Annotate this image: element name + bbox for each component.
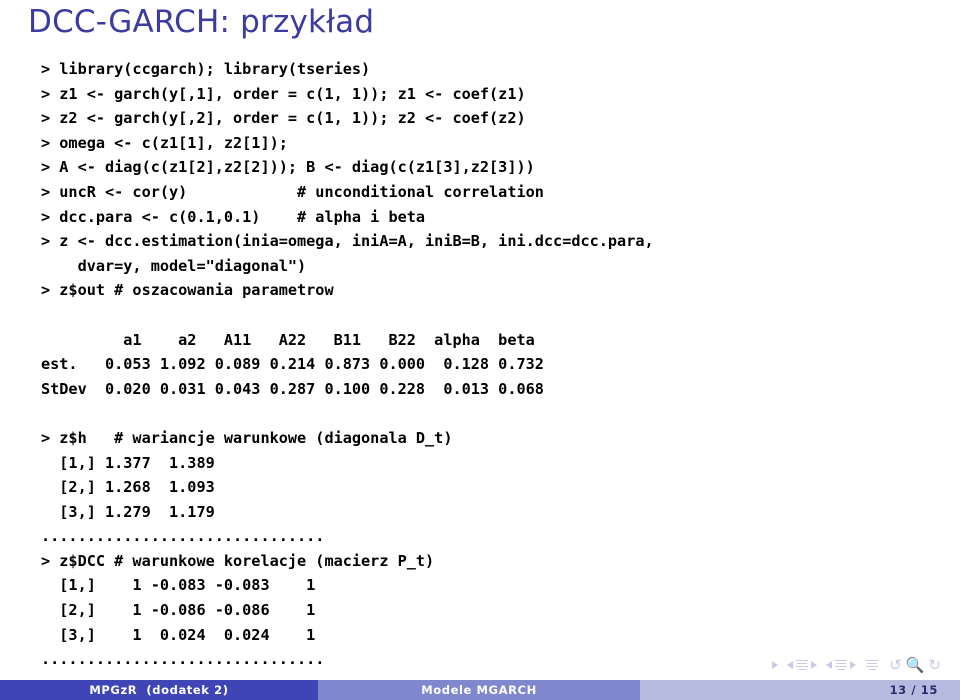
code-line: [2,] 1 -0.086 -0.086 1 [41, 601, 316, 620]
nav-group-frame[interactable] [787, 659, 818, 671]
code-line: [1,] 1 -0.083 -0.083 1 [41, 576, 316, 595]
code-line: a1 a2 A11 A22 B11 B22 alpha beta [41, 330, 535, 349]
nav-group-section[interactable] [865, 659, 879, 671]
nav-group-doc[interactable]: ↺ 🔍 ↻ [888, 658, 942, 673]
footer-page-number: 13 / 15 [640, 680, 960, 700]
subsection-bars-icon[interactable] [835, 659, 848, 671]
section-bars-icon[interactable] [866, 659, 879, 671]
code-line: [3,] 1.279 1.179 [41, 502, 215, 521]
code-line: > z$out # oszacowania parametrow [41, 281, 334, 300]
code-line: [3,] 1 0.024 0.024 1 [41, 625, 316, 644]
beamer-navigation-bar[interactable]: ↺ 🔍 ↻ [772, 655, 942, 675]
code-line: est. 0.053 1.092 0.089 0.214 0.873 0.000… [41, 355, 544, 374]
code-line: > z$DCC # warunkowe korelacje (macierz P… [41, 551, 435, 570]
search-icon[interactable]: 🔍 [906, 658, 925, 673]
code-line: dvar=y, model="diagonal") [41, 256, 307, 275]
nav-group-subsection[interactable] [826, 659, 857, 671]
code-line: > omega <- c(z1[1], z2[1]); [41, 133, 288, 152]
page-title: DCC-GARCH: przykład [28, 4, 375, 40]
code-line: ............................... [41, 527, 325, 546]
code-line: [2,] 1.268 1.093 [41, 478, 215, 497]
code-line: > z2 <- garch(y[,2], order = c(1, 1)); z… [41, 109, 526, 128]
code-console-block: > library(ccgarch); library(tseries) > z1… [41, 57, 921, 672]
footer-subject: Modele MGARCH [318, 680, 640, 700]
code-line: StDev 0.020 0.031 0.043 0.287 0.100 0.22… [41, 379, 544, 398]
code-line: > z <- dcc.estimation(inia=omega, iniA=A… [41, 232, 654, 251]
code-line: > library(ccgarch); library(tseries) [41, 60, 371, 78]
back-icon[interactable]: ↺ [889, 658, 902, 673]
code-line: > A <- diag(c(z1[2],z2[2])); B <- diag(c… [41, 158, 535, 177]
subsection-back-icon[interactable] [826, 661, 833, 669]
footer-author: MPGzR (dodatek 2) [0, 680, 318, 700]
code-line: > z$h # wariancje warunkowe (diagonala D… [41, 428, 453, 447]
frame-back-icon[interactable] [787, 661, 794, 669]
code-line: > uncR <- cor(y) # unconditional correla… [41, 182, 544, 201]
code-line: > dcc.para <- c(0.1,0.1) # alpha i beta [41, 207, 426, 226]
code-line: > z1 <- garch(y[,1], order = c(1, 1)); z… [41, 84, 526, 103]
code-line: [1,] 1.377 1.389 [41, 453, 215, 472]
nav-group-slide[interactable] [772, 661, 779, 669]
footer-bar: MPGzR (dodatek 2) Modele MGARCH 13 / 15 [0, 680, 960, 700]
subsection-forward-icon[interactable] [850, 661, 857, 669]
frame-bars-icon[interactable] [796, 659, 809, 671]
slide-forward-icon[interactable] [772, 661, 779, 669]
forward-icon[interactable]: ↻ [928, 658, 941, 673]
frame-forward-icon[interactable] [811, 661, 818, 669]
